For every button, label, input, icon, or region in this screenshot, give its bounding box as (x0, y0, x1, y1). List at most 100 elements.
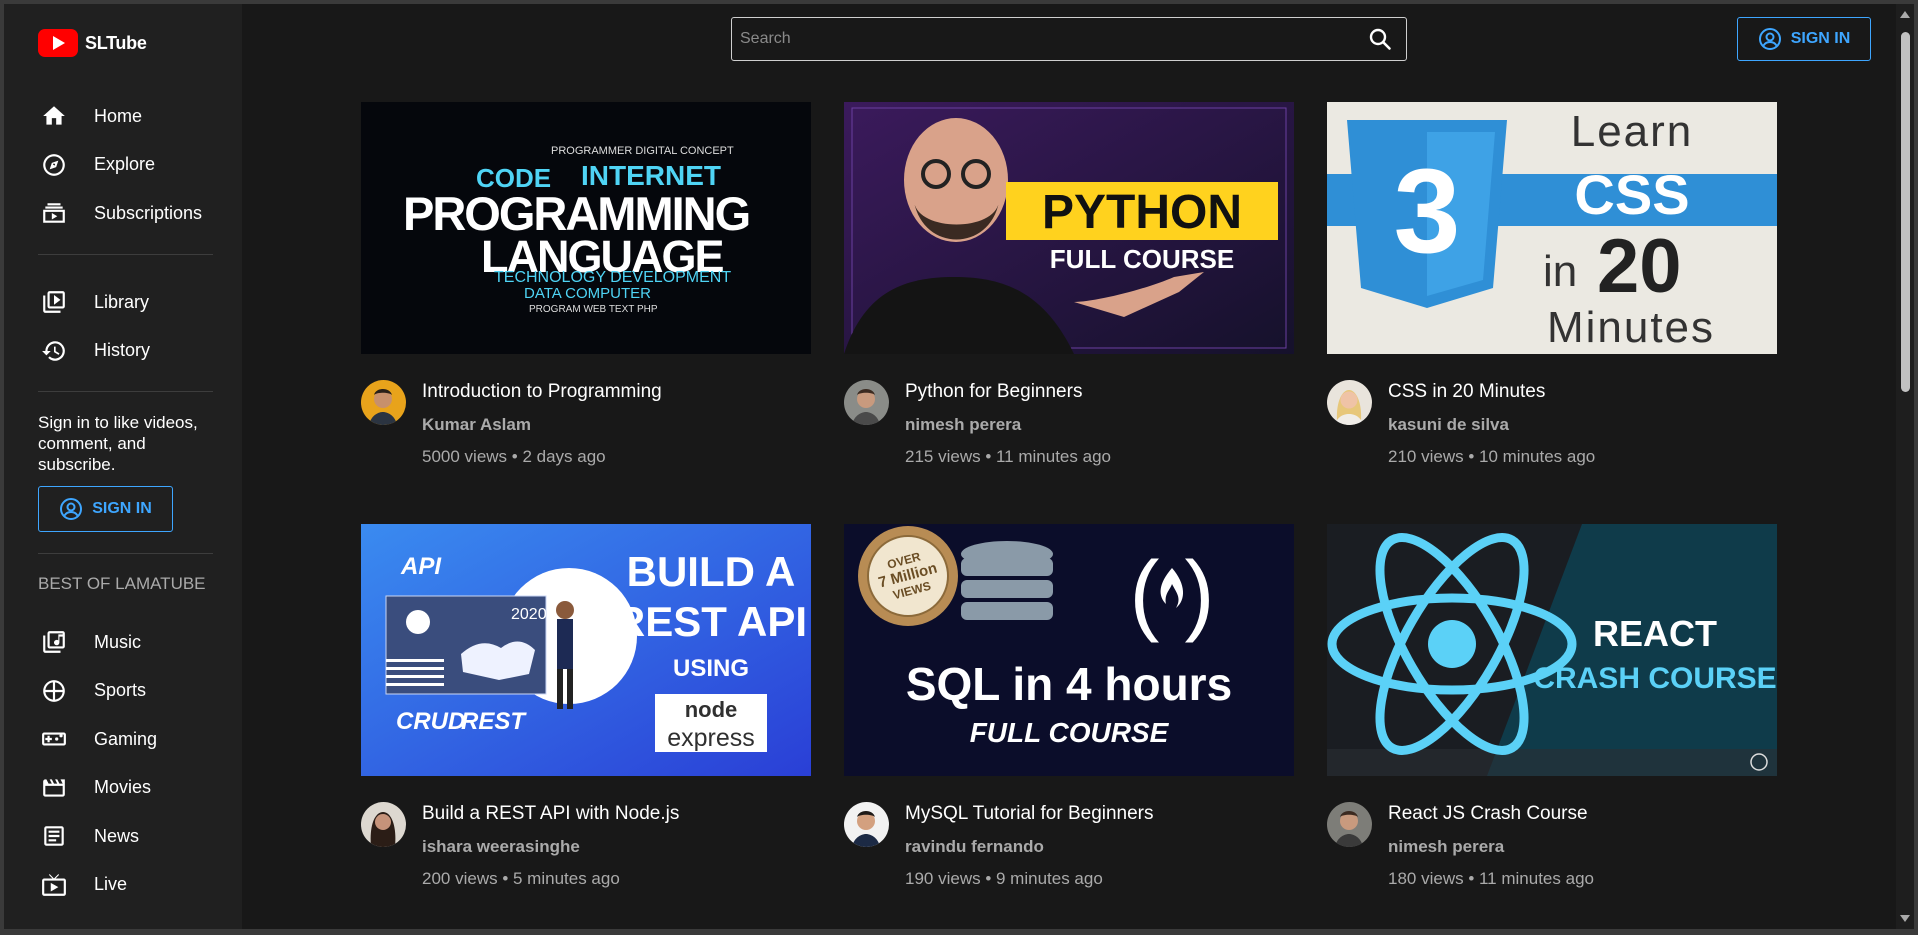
video-stats: 5000 views • 2 days ago (422, 447, 606, 466)
sidebar-item-label: News (94, 825, 140, 846)
search-icon[interactable] (1368, 27, 1392, 51)
logo[interactable]: SLTube (38, 29, 147, 57)
header-signin-button[interactable]: SIGN IN (1737, 17, 1871, 61)
sidebar-divider (38, 553, 213, 554)
movies-icon (40, 774, 68, 802)
scroll-down-arrow-icon[interactable] (1900, 915, 1910, 922)
thumb-text: 2020 (511, 606, 547, 623)
channel-name[interactable]: nimesh perera (1388, 837, 1504, 857)
channel-name[interactable]: nimesh perera (905, 415, 1021, 435)
thumb-text: in (1543, 247, 1577, 296)
video-title[interactable]: React JS Crash Course (1388, 803, 1588, 825)
video-card[interactable]: 3 Learn CSS in 20 Minutes CSS in 20 Minu… (1327, 102, 1777, 474)
freecodecamp-logo-icon: ( ) (1130, 544, 1215, 644)
video-thumbnail[interactable]: REACT CRASH COURSE (1327, 524, 1777, 776)
video-card[interactable]: API 2020 CRUD REST BUILD A REST API USIN… (361, 524, 811, 896)
video-thumbnail[interactable]: API 2020 CRUD REST BUILD A REST API USIN… (361, 524, 811, 776)
sidebar-item-label: Gaming (94, 728, 158, 749)
thumbnail-rest-api: API 2020 CRUD REST BUILD A REST API USIN… (361, 524, 811, 776)
sidebar-item-history[interactable]: History (4, 327, 242, 376)
channel-avatar[interactable] (1327, 380, 1372, 425)
video-title[interactable]: Build a REST API with Node.js (422, 803, 679, 825)
scroll-up-arrow-icon[interactable] (1900, 11, 1910, 18)
thumb-text: node (685, 697, 738, 722)
video-stats: 200 views • 5 minutes ago (422, 869, 620, 888)
thumb-text: CRASH COURSE (1533, 662, 1776, 695)
news-icon (40, 822, 68, 850)
signin-label: SIGN IN (92, 500, 152, 517)
channel-avatar[interactable] (1327, 802, 1372, 847)
sidebar-item-explore[interactable]: Explore (4, 141, 242, 190)
channel-name[interactable]: ravindu fernando (905, 837, 1044, 857)
thumb-text: Learn (1571, 107, 1694, 156)
sidebar-item-music[interactable]: Music (4, 618, 242, 667)
video-stats: 215 views • 11 minutes ago (905, 447, 1111, 466)
thumb-text: FULL COURSE (1050, 244, 1234, 274)
sidebar-item-home[interactable]: Home (4, 92, 242, 141)
library-icon (40, 288, 68, 316)
video-card[interactable]: REACT CRASH COURSE React JS Crash Course… (1327, 524, 1777, 896)
video-card[interactable]: PYTHON FULL COURSE Python for Beginners … (844, 102, 1294, 474)
channel-name[interactable]: ishara weerasinghe (422, 837, 580, 857)
sidebar-item-sports[interactable]: Sports (4, 667, 242, 716)
video-stats: 210 views • 10 minutes ago (1388, 447, 1596, 466)
channel-avatar[interactable] (361, 802, 406, 847)
video-thumbnail[interactable]: PYTHON FULL COURSE (844, 102, 1294, 354)
compass-icon (40, 151, 68, 179)
home-icon (40, 102, 68, 130)
sidebar-item-news[interactable]: News (4, 812, 242, 861)
video-stats: 180 views • 11 minutes ago (1388, 869, 1594, 888)
sidebar-signin-button[interactable]: SIGN IN (38, 486, 173, 532)
search-bar (731, 17, 1407, 61)
thumb-text: API (400, 553, 442, 580)
thumb-text: BUILD A (627, 548, 796, 595)
channel-name[interactable]: kasuni de silva (1388, 415, 1509, 435)
thumb-text: TECHNOLOGY DEVELOPMENT (494, 269, 731, 286)
video-thumbnail[interactable]: OVER 7 Million VIEWS ( ) SQL in 4 hours … (844, 524, 1294, 776)
vertical-scrollbar[interactable] (1896, 4, 1914, 929)
sidebar-item-label: Home (94, 105, 143, 126)
app-name: SLTube (85, 32, 147, 53)
video-title[interactable]: CSS in 20 Minutes (1388, 381, 1545, 403)
sidebar-item-label: History (94, 340, 151, 361)
music-icon (40, 628, 68, 656)
history-icon (40, 337, 68, 365)
video-thumbnail[interactable]: PROGRAMMER DIGITAL CONCEPT CODE INTERNET… (361, 102, 811, 354)
channel-name[interactable]: Kumar Aslam (422, 415, 531, 435)
search-input[interactable] (732, 18, 1352, 60)
thumb-text: DATA COMPUTER (524, 285, 651, 302)
play-logo-icon (38, 29, 78, 57)
sidebar-item-label: Music (94, 631, 142, 652)
sidebar-item-label: Movies (94, 777, 152, 798)
scroll-thumb[interactable] (1901, 32, 1910, 392)
sidebar-divider (38, 391, 213, 392)
sidebar-item-label: Live (94, 874, 128, 895)
channel-avatar[interactable] (844, 802, 889, 847)
thumb-text: USING (673, 655, 749, 682)
video-card[interactable]: OVER 7 Million VIEWS ( ) SQL in 4 hours … (844, 524, 1294, 896)
sidebar-item-subscriptions[interactable]: Subscriptions (4, 189, 242, 238)
sidebar-item-live[interactable]: Live (4, 861, 242, 910)
video-title[interactable]: Python for Beginners (905, 381, 1082, 403)
account-icon (60, 498, 83, 520)
thumb-text: SQL in 4 hours (906, 658, 1232, 710)
video-thumbnail[interactable]: 3 Learn CSS in 20 Minutes (1327, 102, 1777, 354)
video-title[interactable]: MySQL Tutorial for Beginners (905, 803, 1154, 825)
thumb-text: FULL COURSE (970, 717, 1170, 748)
thumb-text: REST (461, 708, 527, 735)
channel-avatar[interactable] (844, 380, 889, 425)
video-card[interactable]: PROGRAMMER DIGITAL CONCEPT CODE INTERNET… (361, 102, 811, 474)
thumbnail-python: PYTHON FULL COURSE (844, 102, 1294, 354)
video-title[interactable]: Introduction to Programming (422, 381, 662, 403)
thumb-text: 20 (1597, 224, 1682, 309)
sidebar-item-label: Sports (94, 680, 147, 701)
channel-avatar[interactable] (361, 380, 406, 425)
sidebar-item-gaming[interactable]: Gaming (4, 715, 242, 764)
thumb-text: CRUD (396, 708, 465, 735)
gaming-icon (40, 725, 68, 753)
thumb-text: REACT (1593, 613, 1717, 654)
sidebar-item-library[interactable]: Library (4, 278, 242, 327)
live-icon (40, 871, 68, 899)
thumb-text: Minutes (1547, 303, 1715, 352)
sidebar-item-movies[interactable]: Movies (4, 764, 242, 813)
